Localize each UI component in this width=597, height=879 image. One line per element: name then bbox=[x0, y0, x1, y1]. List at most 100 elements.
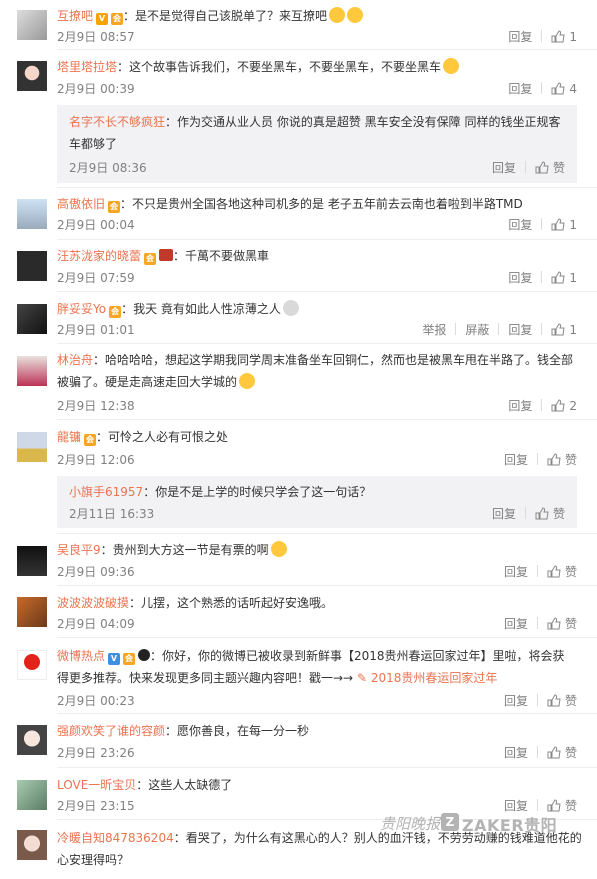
comment-text-cont: 车都够了 bbox=[69, 137, 118, 151]
comment-text: ：这些人太缺德了 bbox=[136, 778, 233, 792]
like-button[interactable]: 赞 bbox=[547, 617, 577, 631]
reply-button[interactable]: 回复 bbox=[492, 161, 516, 175]
like-button[interactable]: 1 bbox=[551, 323, 577, 337]
like-button[interactable]: 赞 bbox=[547, 746, 577, 760]
commenter-name[interactable]: 冷暖自知847836204 bbox=[57, 831, 174, 845]
reply-button[interactable]: 回复 bbox=[504, 694, 528, 708]
commenter-name[interactable]: 小旗手61957 bbox=[69, 485, 143, 499]
avatar[interactable] bbox=[17, 546, 47, 576]
avatar[interactable] bbox=[17, 199, 47, 229]
avatar[interactable] bbox=[17, 597, 47, 627]
avatar[interactable] bbox=[17, 725, 47, 755]
commenter-name[interactable]: 强颜欢笑了谁的容颜 bbox=[57, 724, 165, 738]
avatar[interactable] bbox=[17, 10, 47, 40]
comment-text: ：你好，你的微博已被收录到新鲜事【2018贵州春运回家过年】里啦，将会获 bbox=[150, 649, 565, 663]
like-button[interactable]: 1 bbox=[551, 30, 577, 44]
comment-text-cont: 心安理得吗？ bbox=[57, 853, 130, 867]
commenter-name[interactable]: 高傲依旧 bbox=[57, 197, 105, 211]
thumb-up-icon bbox=[551, 399, 565, 412]
verified-v-icon: V bbox=[96, 13, 109, 25]
avatar[interactable] bbox=[17, 432, 47, 462]
reply-button[interactable]: 回复 bbox=[508, 271, 532, 285]
like-button[interactable]: 1 bbox=[551, 271, 577, 285]
comment-text: ：哈哈哈哈，想起这学期我同学周末准备坐车回铜仁，然而也是被黑车甩在半路了。钱全部 bbox=[93, 353, 574, 367]
comment-text: ：是不是觉得自己该脱单了？来互撩吧 bbox=[123, 9, 328, 23]
reply-button[interactable]: 回复 bbox=[504, 746, 528, 760]
commenter-name[interactable]: 龍镛 bbox=[57, 430, 81, 444]
vip-badge-icon: 会 bbox=[108, 201, 121, 213]
sub-reply: 名字不长不够疯狂：作为交通从业人员 你说的真是超赞 黑车安全没有保障 同样的钱坐… bbox=[57, 105, 577, 183]
zaker-logo-icon: Z bbox=[441, 813, 459, 831]
comment-item: 胖妥妥Yo 会：我天 竟有如此人性凉薄之人 2月9日 01:01 举报 屏蔽 回复 1 bbox=[0, 294, 597, 344]
thumb-up-icon bbox=[547, 565, 561, 578]
reply-button[interactable]: 回复 bbox=[504, 453, 528, 467]
comment-time: 2月9日 04:09 bbox=[57, 617, 135, 631]
thumb-up-icon bbox=[551, 323, 565, 336]
reply-button[interactable]: 回复 bbox=[504, 565, 528, 579]
comment-text: ：你是不是上学的时候只学会了这一句话？ bbox=[143, 485, 372, 499]
like-button[interactable]: 赞 bbox=[547, 565, 577, 579]
like-button[interactable]: 4 bbox=[551, 82, 577, 96]
report-button[interactable]: 举报 bbox=[422, 323, 446, 337]
thumb-up-icon bbox=[535, 161, 549, 174]
commenter-name[interactable]: LOVE一昕宝贝 bbox=[57, 778, 136, 792]
like-button[interactable]: 赞 bbox=[535, 161, 565, 175]
topic-link[interactable]: 2018贵州春运回家过年 bbox=[371, 671, 498, 685]
comment-text: ：愿你善良，在每一分一秒 bbox=[165, 724, 310, 738]
like-button[interactable]: 1 bbox=[551, 218, 577, 232]
commenter-name[interactable]: 互撩吧 bbox=[57, 9, 93, 23]
avatar[interactable] bbox=[17, 304, 47, 334]
reply-button[interactable]: 回复 bbox=[508, 82, 532, 96]
comment-item: 林治舟：哈哈哈哈，想起这学期我同学周末准备坐车回铜仁，然而也是被黑车甩在半路了。… bbox=[0, 346, 597, 420]
avatar[interactable] bbox=[17, 356, 47, 386]
comment-text-cont: 得更多推荐。快来发现更多同主题兴趣内容吧！戳一→→ bbox=[57, 671, 357, 685]
thumb-up-icon bbox=[547, 694, 561, 707]
watermark-newspaper: 贵阳晚报 bbox=[380, 815, 441, 833]
comment-time: 2月9日 08:57 bbox=[57, 30, 135, 44]
reply-button[interactable]: 回复 bbox=[508, 323, 532, 337]
commenter-name[interactable]: 名字不长不够疯狂 bbox=[69, 115, 165, 129]
vip-badge-icon: 会 bbox=[109, 306, 122, 318]
like-button[interactable]: 2 bbox=[551, 399, 577, 413]
commenter-name[interactable]: 汪苏泷家的晓蕾 bbox=[57, 249, 141, 263]
block-button[interactable]: 屏蔽 bbox=[465, 323, 489, 337]
thumb-up-icon bbox=[547, 453, 561, 466]
avatar[interactable] bbox=[17, 650, 47, 680]
commenter-name[interactable]: 波波波波破摸 bbox=[57, 596, 129, 610]
comment-text: ：不只是贵州全国各地这种司机多的是 老子五年前去云南也着啦到半路TMD bbox=[120, 197, 523, 211]
reply-button[interactable]: 回复 bbox=[504, 617, 528, 631]
comment-item: 波波波波破摸：儿摆，这个熟悉的话听起好安逸哦。 2月9日 04:09 回复 赞 bbox=[0, 588, 597, 638]
like-button[interactable]: 赞 bbox=[547, 799, 577, 813]
avatar[interactable] bbox=[17, 830, 47, 860]
couple-emoji-icon bbox=[347, 7, 364, 23]
reply-button[interactable]: 回复 bbox=[508, 399, 532, 413]
avatar[interactable] bbox=[17, 780, 47, 810]
reply-button[interactable]: 回复 bbox=[504, 799, 528, 813]
vip-badge-icon: 会 bbox=[144, 253, 157, 265]
thumb-up-icon bbox=[547, 746, 561, 759]
commenter-name[interactable]: 胖妥妥Yo bbox=[57, 302, 106, 316]
thumb-up-icon bbox=[551, 271, 565, 284]
commenter-name[interactable]: 林治舟 bbox=[57, 353, 93, 367]
verified-v-icon: V bbox=[108, 653, 121, 665]
commenter-name[interactable]: 微博热点 bbox=[57, 649, 105, 663]
avatar[interactable] bbox=[17, 61, 47, 91]
comment-text: ：贵州到大方这一节是有票的啊 bbox=[100, 543, 269, 557]
commenter-name[interactable]: 吴良平9 bbox=[57, 543, 101, 557]
avatar[interactable] bbox=[17, 251, 47, 281]
reply-button[interactable]: 回复 bbox=[508, 218, 532, 232]
laugh-cry-emoji-icon bbox=[270, 541, 287, 557]
comment-time: 2月9日 12:38 bbox=[57, 399, 135, 413]
thumb-up-icon bbox=[535, 507, 549, 520]
reply-button[interactable]: 回复 bbox=[508, 30, 532, 44]
reply-button[interactable]: 回复 bbox=[492, 507, 516, 521]
like-button[interactable]: 赞 bbox=[547, 453, 577, 467]
comment-text: ：作为交通从业人员 你说的真是超赞 黑车安全没有保障 同样的钱坐正规客 bbox=[165, 115, 561, 129]
couple-emoji-icon bbox=[329, 7, 346, 23]
comment-time: 2月9日 09:36 bbox=[57, 565, 135, 579]
comment-item: 互撩吧 V 会：是不是觉得自己该脱单了？来互撩吧 2月9日 08:57 回复 1 bbox=[0, 0, 597, 50]
like-button[interactable]: 赞 bbox=[535, 507, 565, 521]
commenter-name[interactable]: 塔里塔拉塔 bbox=[57, 60, 117, 74]
like-button[interactable]: 赞 bbox=[547, 694, 577, 708]
comment-time: 2月9日 08:36 bbox=[69, 161, 147, 175]
